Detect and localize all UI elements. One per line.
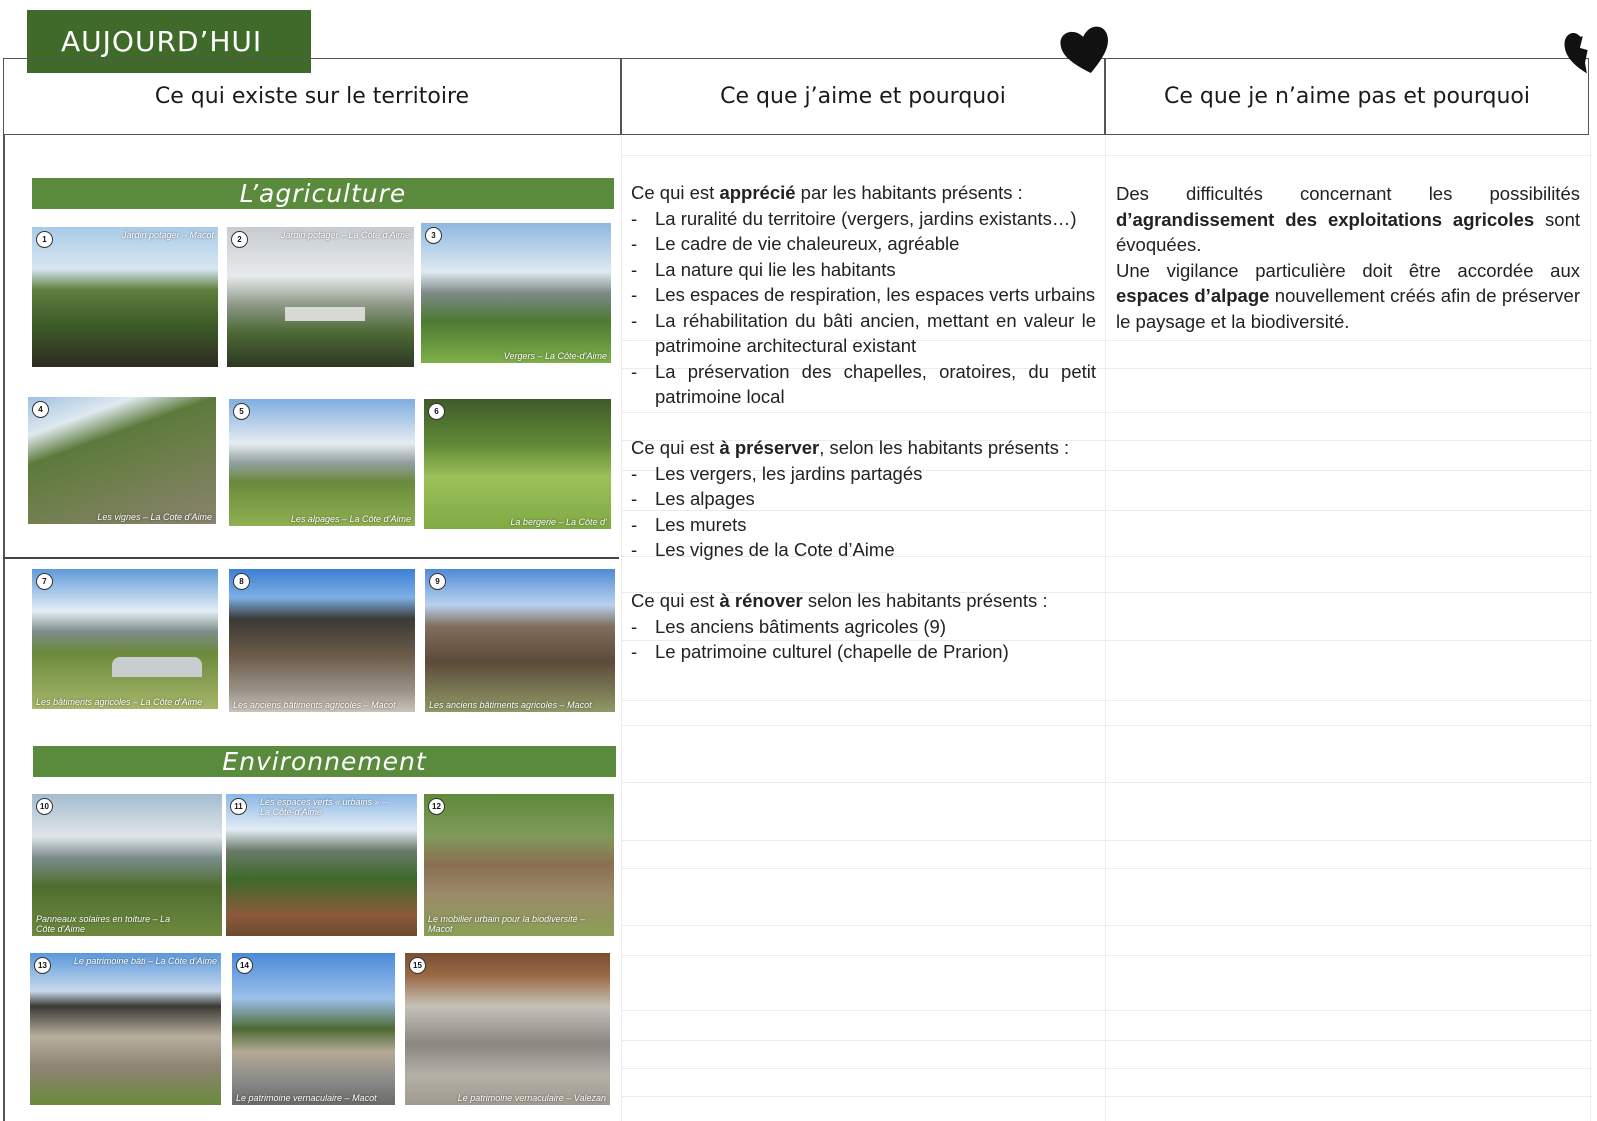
dislike-paragraph: Des difficultés concernant les possibili… — [1116, 183, 1580, 255]
photo-caption: Le mobilier urbain pour la biodiversité … — [428, 914, 586, 934]
column-guide — [1105, 135, 1106, 1121]
header-divider — [620, 58, 622, 135]
list-item: - Le patrimoine culturel (chapelle de Pra… — [631, 641, 1009, 662]
photo-caption: Panneaux solaires en toiture – La Côte d… — [36, 914, 171, 934]
preserve-heading: Ce qui est à préserver, selon les habita… — [631, 437, 1070, 458]
list-item: - Les anciens bâtiments agricoles (9) — [631, 615, 947, 637]
list-item: - La réhabilitation du bâti ancien, metta… — [631, 309, 1096, 357]
photo-caption: Les anciens bâtiments agricoles – Macot — [233, 700, 396, 710]
photo-number: 15 — [409, 957, 426, 974]
list-item: - Les vergers, les jardins partagés — [631, 462, 923, 484]
photo-caption: Le patrimoine bâti – La Côte d’Aime — [73, 956, 217, 966]
photo-number: 13 — [34, 957, 51, 974]
photo-14: 14 Le patrimoine vernaculaire – Macot — [232, 953, 395, 1105]
left-border — [3, 135, 5, 1121]
photo-10: 10 Panneaux solaires en toiture – La Côt… — [32, 794, 222, 936]
banner-environment: Environnement — [33, 746, 616, 777]
photo-7: 7 Les bâtiments agricoles – La Côte d’Ai… — [32, 569, 218, 709]
list-item: - Les espaces de respiration, les espaces… — [631, 284, 1096, 305]
dislike-paragraph: Une vigilance particulière doit être acc… — [1116, 259, 1580, 332]
likes-section: Ce qui est apprécié par les habitants pr… — [631, 180, 1096, 665]
list-item: - La ruralité du territoire (vergers, jar… — [631, 207, 1077, 229]
photo-13: 13 Le patrimoine bâti – La Côte d’Aime — [30, 953, 221, 1105]
renovate-heading: Ce qui est à rénover selon les habitants… — [631, 590, 1048, 611]
list-item: - Les vignes de la Cote d’Aime — [631, 539, 895, 560]
broken-heart-icon — [1564, 32, 1588, 74]
column-guide — [621, 135, 622, 1121]
list-item: - Les alpages — [631, 488, 755, 509]
banner-agriculture: L’agriculture — [32, 178, 614, 209]
photo-caption: Le patrimoine vernaculaire – Macot — [236, 1093, 377, 1103]
photo-number: 3 — [425, 227, 442, 244]
photo-number: 5 — [233, 403, 250, 420]
list-item: - Les murets — [631, 513, 747, 535]
photo-caption: Les bâtiments agricoles – La Côte d’Aime — [36, 697, 203, 707]
photo-caption: Le patrimoine vernaculaire – Valezan — [457, 1093, 606, 1103]
photo-caption: La bergerie – La Côte d’ — [510, 517, 607, 527]
photo-15: 15 Le patrimoine vernaculaire – Valezan — [405, 953, 610, 1105]
photo-caption: Jardin potager – Macot — [121, 230, 214, 240]
photo-number: 8 — [233, 573, 250, 590]
photo-number: 7 — [36, 573, 53, 590]
photo-caption: Les alpages – La Côte d’Aime — [290, 514, 411, 524]
photo-number: 6 — [428, 403, 445, 420]
photo-number: 1 — [36, 231, 53, 248]
photo-number: 14 — [236, 957, 253, 974]
photo-caption: Jardin potager – La Côte d’Aime — [280, 230, 410, 240]
photo-number: 12 — [428, 798, 445, 815]
photo-9: 9 Les anciens bâtiments agricoles – Maco… — [425, 569, 615, 712]
photo-number: 9 — [429, 573, 446, 590]
photo-caption: Les espaces verts « urbains » – La Côte-… — [260, 797, 388, 817]
photo-12: 12 Le mobilier urbain pour la biodiversi… — [424, 794, 614, 936]
photo-caption: Vergers – La Côte-d’Aime — [503, 351, 607, 361]
photo-1: 1 Jardin potager – Macot — [32, 227, 218, 367]
photo-11: 11 Les espaces verts « urbains » – La Cô… — [226, 794, 417, 936]
dislikes-section: Des difficultés concernant les possibili… — [1116, 181, 1580, 334]
list-item: - Le cadre de vie chaleureux, agréable — [631, 233, 960, 254]
header-col-existing: Ce qui existe sur le territoire — [154, 84, 470, 109]
photo-8: 8 Les anciens bâtiments agricoles – Maco… — [229, 569, 415, 712]
heart-icon — [1060, 26, 1108, 74]
photo-number: 10 — [36, 798, 53, 815]
photo-number: 2 — [231, 231, 248, 248]
photo-5: 5 Les alpages – La Côte d’Aime — [229, 399, 415, 526]
photo-4: 4 Les vignes – La Cote d’Aime — [28, 397, 216, 524]
photo-number: 4 — [32, 401, 49, 418]
photo-6: 6 La bergerie – La Côte d’ — [424, 399, 611, 529]
photo-number: 11 — [230, 798, 247, 815]
photo-caption: Les vignes – La Cote d’Aime — [97, 512, 212, 522]
list-item: - La préservation des chapelles, oratoire… — [631, 360, 1096, 408]
header-col-likes: Ce que j’aime et pourquoi — [720, 84, 1006, 109]
appreciated-heading: Ce qui est apprécié par les habitants pr… — [631, 182, 1023, 203]
photo-caption: Les anciens bâtiments agricoles – Macot — [429, 700, 592, 710]
row-separator — [3, 557, 619, 559]
column-guide — [1590, 135, 1591, 1121]
photo-2: 2 Jardin potager – La Côte d’Aime — [227, 227, 414, 367]
photo-3: 3 Vergers – La Côte-d’Aime — [421, 223, 611, 363]
header-col-dislikes: Ce que je n’aime pas et pourquoi — [1163, 84, 1531, 109]
list-item: - La nature qui lie les habitants — [631, 258, 896, 280]
